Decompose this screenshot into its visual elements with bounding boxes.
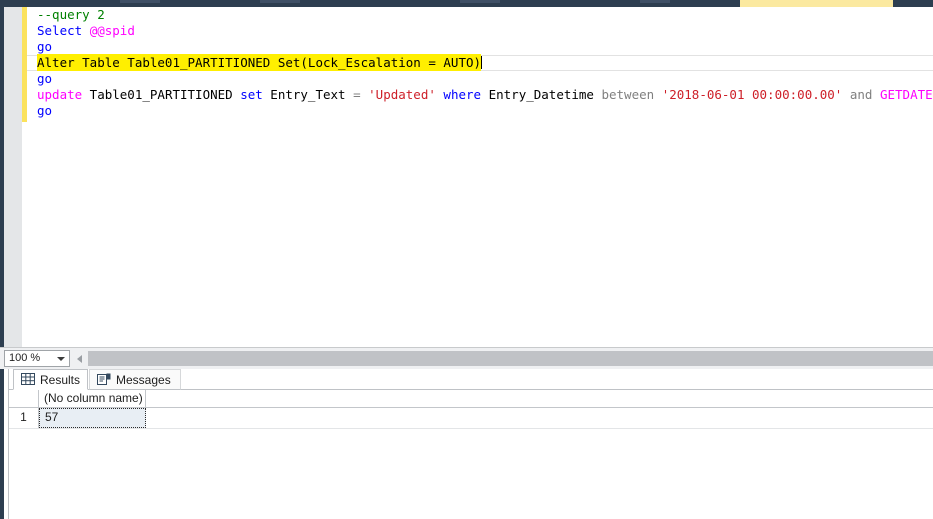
editor-line[interactable]: --query 2 (27, 7, 933, 23)
chevron-down-icon[interactable] (57, 357, 65, 361)
code-token: where (443, 87, 481, 102)
editor-gutter[interactable] (4, 7, 22, 347)
tab-label: Messages (116, 373, 171, 387)
editor-status-bar: 100 % (0, 347, 933, 369)
tab-messages[interactable]: Messages (89, 369, 181, 390)
code-token (872, 87, 880, 102)
zoom-level-value: 100 % (9, 352, 40, 364)
toolbar-notch (460, 0, 500, 3)
results-grid[interactable]: (No column name) 1 57 (9, 390, 933, 429)
table-row[interactable]: 1 57 (9, 408, 933, 429)
toolbar-notch (120, 0, 160, 3)
code-token: go (37, 39, 52, 54)
code-token: @@spid (90, 23, 135, 38)
code-token: = (353, 87, 361, 102)
code-token: and (850, 87, 873, 102)
results-grid-corner-cell[interactable] (9, 390, 39, 407)
code-token: 'Updated' (368, 87, 436, 102)
code-token: go (37, 103, 52, 118)
code-token: (Lock_Escalation = AUTO) (300, 55, 481, 70)
editor-line[interactable]: Alter Table Table01_PARTITIONED Set(Lock… (27, 55, 933, 71)
code-token: Select (37, 23, 90, 38)
results-grid-row-number[interactable]: 1 (9, 408, 39, 428)
results-grid-cell[interactable]: 57 (39, 408, 146, 428)
query-editor-pane[interactable]: --query 2Select @@spidgoAlter Table Tabl… (0, 7, 933, 347)
results-left-rail (0, 369, 4, 519)
results-tabstrip: Results Messages (9, 369, 933, 390)
selected-text-highlight: Alter Table Table01_PARTITIONED Set(Lock… (37, 54, 481, 71)
code-token (842, 87, 850, 102)
editor-line[interactable]: Select @@spid (27, 23, 933, 39)
zoom-level-dropdown[interactable]: 100 % (4, 350, 70, 367)
editor-code-area[interactable]: --query 2Select @@spidgoAlter Table Tabl… (27, 7, 933, 347)
code-token: set (240, 87, 263, 102)
horizontal-scrollbar-thumb[interactable] (88, 351, 933, 366)
scroll-left-arrow-icon[interactable] (73, 350, 87, 367)
tab-label: Results (40, 373, 80, 387)
code-token: Alter Table Table01_PARTITIONED Set (37, 55, 300, 70)
code-token: Table01_PARTITIONED (82, 87, 240, 102)
toolbar-notch (260, 0, 300, 3)
results-grid-header-row: (No column name) (9, 390, 933, 408)
active-document-tab-sliver[interactable] (740, 0, 893, 7)
tab-results[interactable]: Results (13, 369, 88, 390)
code-token: Entry_Text (263, 87, 353, 102)
text-caret (481, 56, 482, 69)
code-token: between (601, 87, 654, 102)
horizontal-scrollbar-track[interactable] (88, 351, 933, 366)
code-token: GETDATE (880, 87, 933, 102)
window-top-toolbar-strip (0, 0, 933, 7)
code-token: update (37, 87, 82, 102)
code-token: Entry_Datetime (481, 87, 601, 102)
grid-icon (21, 373, 35, 386)
editor-line[interactable]: go (27, 71, 933, 87)
message-document-icon (97, 373, 111, 386)
results-pane: Results Messages (No column name) 1 57 (0, 369, 933, 519)
code-token: --query 2 (37, 7, 105, 22)
toolbar-notch (640, 0, 670, 3)
results-grid-column-header[interactable]: (No column name) (39, 390, 146, 407)
editor-line[interactable]: go (27, 39, 933, 55)
editor-line[interactable]: update Table01_PARTITIONED set Entry_Tex… (27, 87, 933, 103)
code-token: go (37, 71, 52, 86)
code-token (654, 87, 662, 102)
editor-line[interactable]: go (27, 103, 933, 119)
code-token: '2018-06-01 00:00:00.00' (662, 87, 843, 102)
